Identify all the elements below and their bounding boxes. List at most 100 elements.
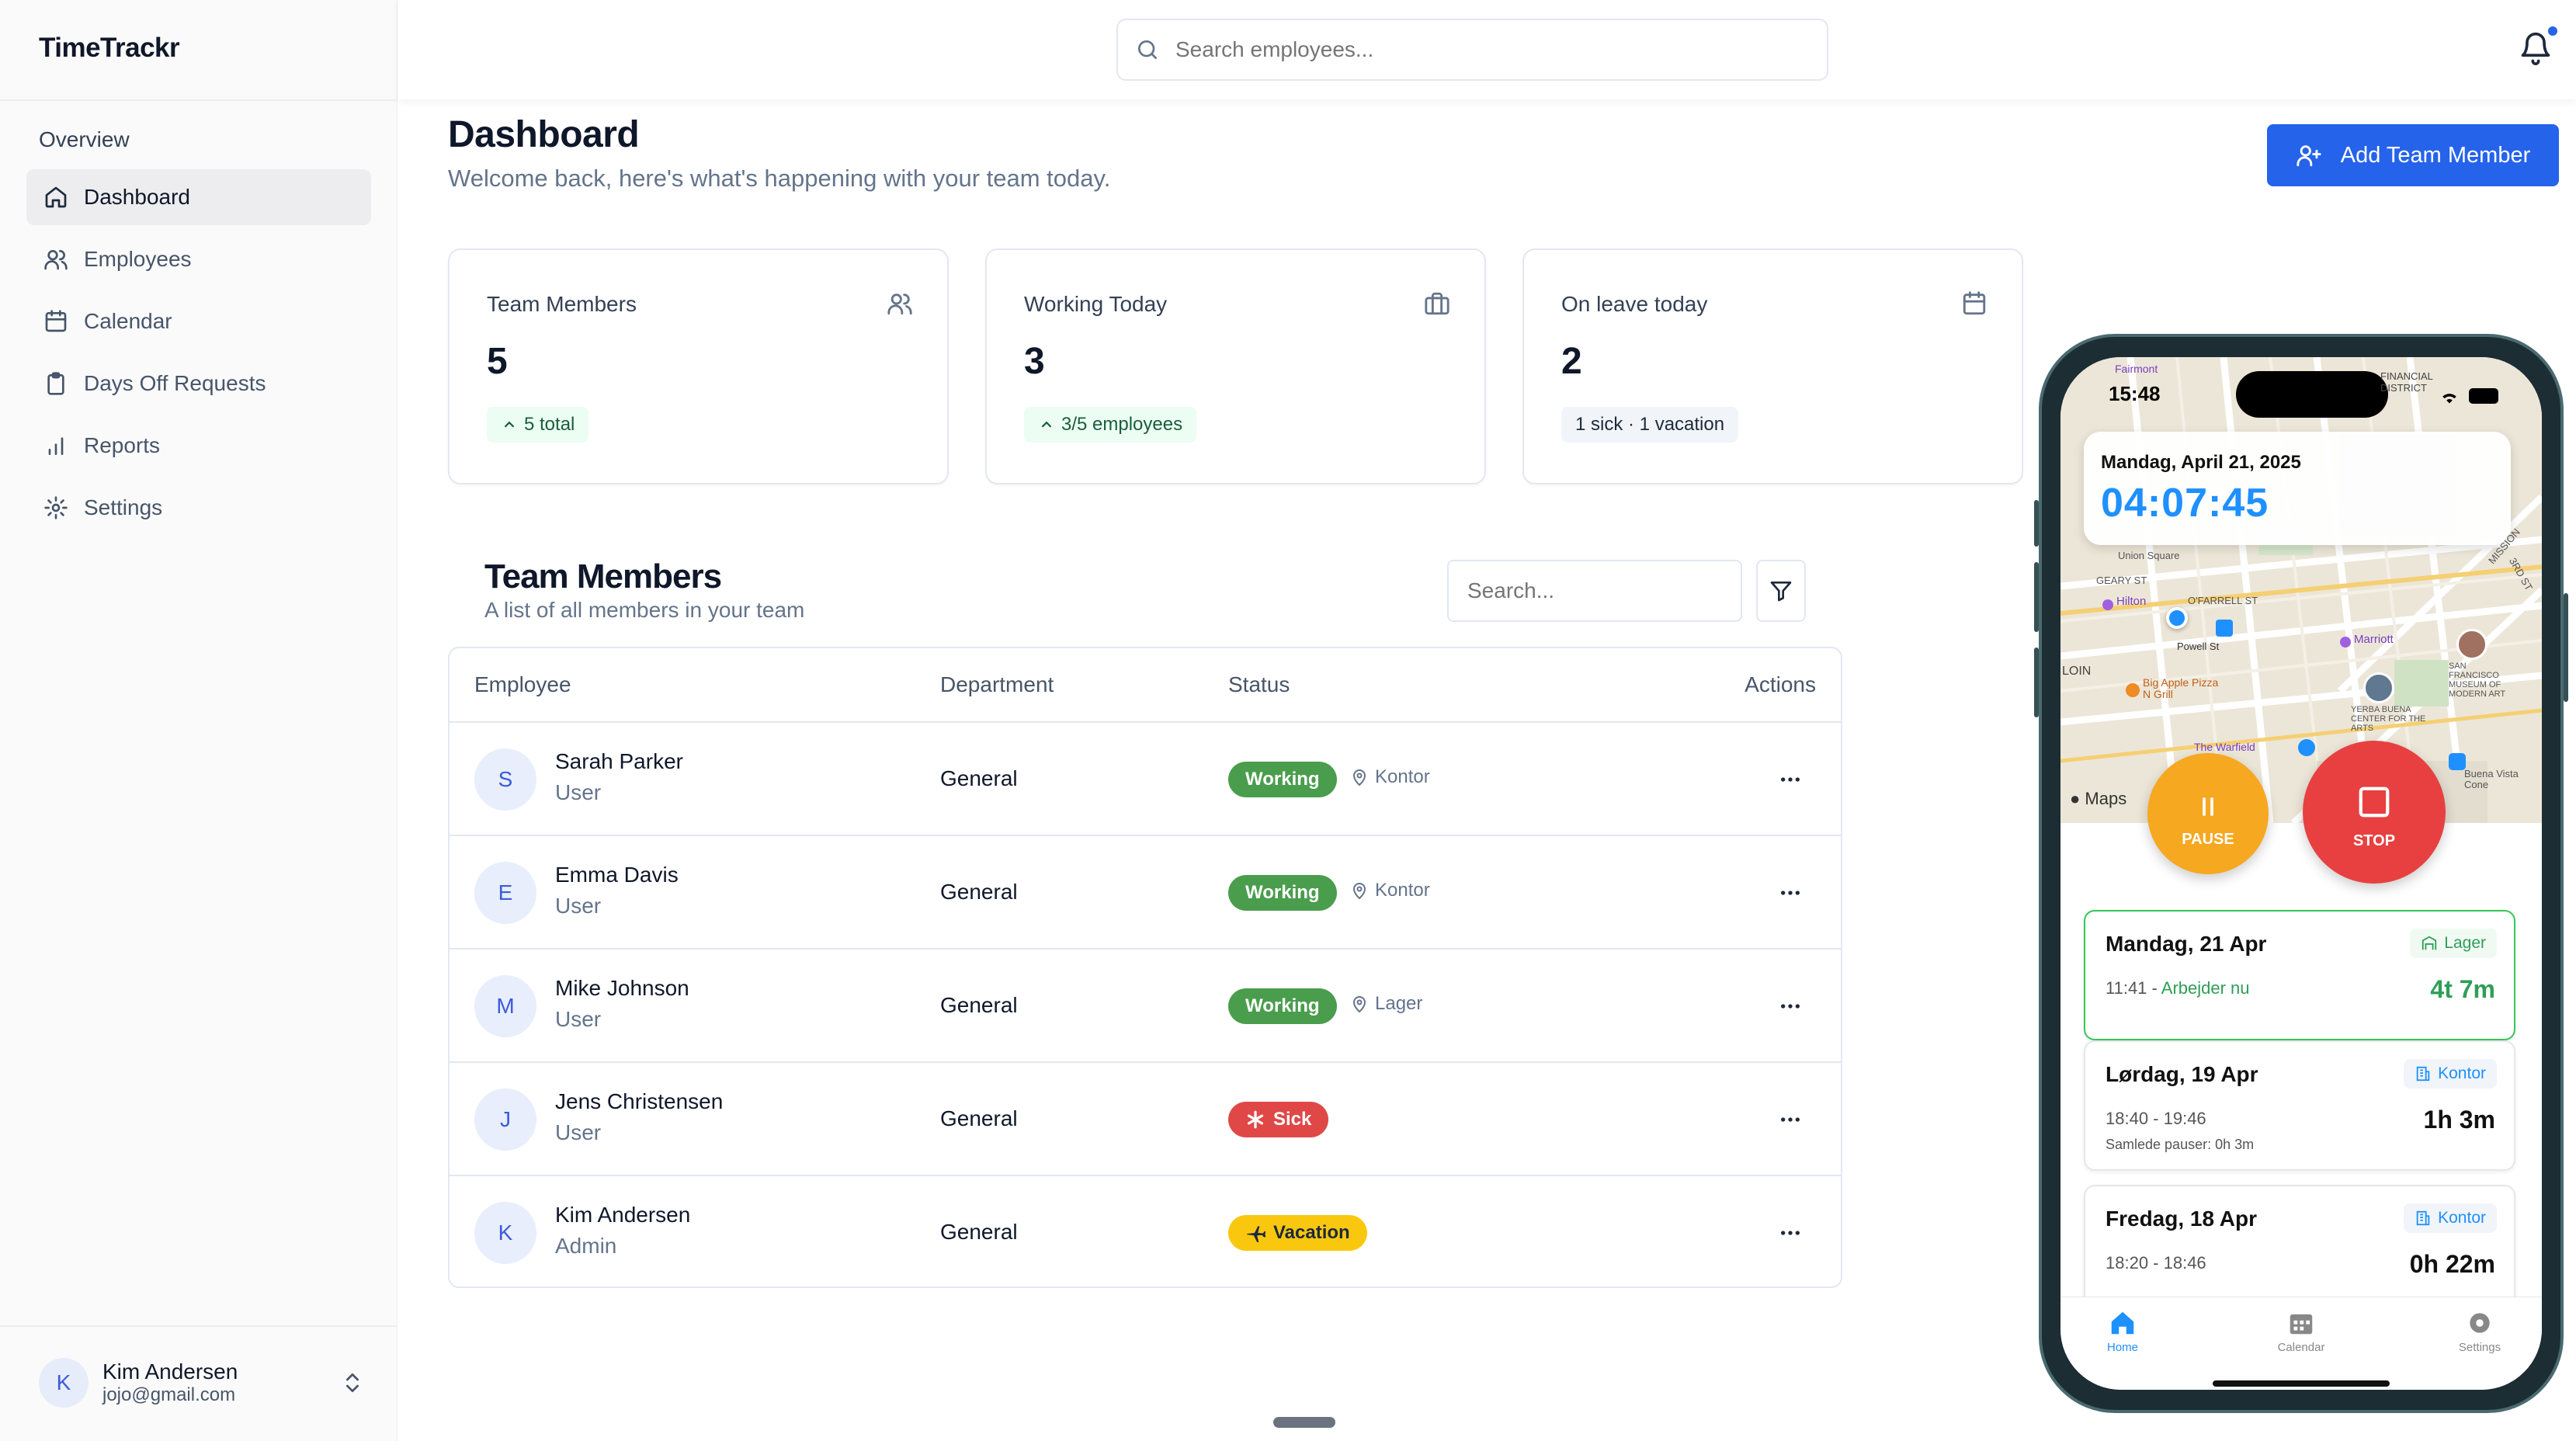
user-menu[interactable]: K Kim Andersen jojo@gmail.com [39, 1355, 365, 1411]
phone-screen: 15:48 Mandag, April 21, 2025 04:07:45 Hi… [2060, 357, 2542, 1390]
user-email: jojo@gmail.com [102, 1384, 236, 1405]
avatar: K [474, 1202, 536, 1264]
entry-time: 18:20 - 18:46 [2106, 1253, 2206, 1273]
row-actions-button[interactable] [1771, 873, 1810, 912]
entry-date: Fredag, 18 Apr [2106, 1207, 2258, 1231]
pause-label: PAUSE [2182, 831, 2234, 848]
pause-button[interactable]: PAUSE [2147, 753, 2269, 874]
sidebar-item-employees[interactable]: Employees [26, 231, 371, 287]
table-row[interactable]: E Emma Davis User General Working Kontor [450, 835, 1841, 948]
stop-button[interactable]: STOP [2303, 741, 2446, 884]
avatar: E [474, 862, 536, 924]
tab-settings[interactable]: Settings [2433, 1308, 2526, 1354]
building-icon [2416, 1210, 2430, 1226]
stop-icon [2359, 786, 2390, 818]
location-tag: Kontor [2404, 1203, 2497, 1233]
employee-role: User [555, 894, 602, 918]
location-label: Lager [1375, 993, 1423, 1014]
sidebar-item-label: Settings [84, 495, 163, 519]
page-subtitle: Welcome back, here's what's happening wi… [448, 165, 1111, 192]
search-icon [1138, 40, 1157, 59]
filter-button[interactable] [1756, 560, 1806, 622]
maps-attribution-label: Maps [2085, 789, 2127, 808]
row-actions-button[interactable] [1771, 1100, 1810, 1139]
column-header-actions: Actions [1745, 672, 1816, 696]
resize-handle[interactable] [1273, 1417, 1335, 1428]
sidebar-item-calendar[interactable]: Calendar [26, 293, 371, 349]
avatar: K [39, 1358, 89, 1408]
stat-badge-text: 3/5 employees [1061, 414, 1183, 435]
sidebar-item-settings[interactable]: Settings [26, 480, 371, 536]
clipboard-icon [47, 372, 64, 395]
table-row[interactable]: S Sarah Parker User General Working Kont… [450, 721, 1841, 835]
time-entry-current[interactable]: Mandag, 21 Apr Lager 11:41 - Arbejder nu… [2084, 910, 2515, 1040]
row-actions-button[interactable] [1771, 760, 1810, 799]
hotel-marker [2340, 637, 2351, 648]
phone-side-button [2034, 500, 2039, 547]
museum-marker [2363, 672, 2394, 703]
location-tag: Kontor [2404, 1059, 2497, 1089]
stop-label: STOP [2352, 832, 2396, 849]
employee-department: General [940, 1220, 1018, 1244]
employee-role: User [555, 780, 602, 804]
gear-icon [44, 496, 68, 519]
map-label: O'FARRELL ST [2188, 595, 2258, 606]
status-badge: Vacation [1228, 1215, 1367, 1251]
calendar-icon [1963, 291, 1986, 315]
employee-department: General [940, 993, 1018, 1017]
row-actions-button[interactable] [1771, 987, 1810, 1026]
time-entry[interactable]: Lørdag, 19 Apr Kontor 18:40 - 19:46 Saml… [2084, 1040, 2515, 1171]
employee-name: Mike Johnson [555, 976, 689, 1000]
airplane-icon [1247, 1226, 1265, 1242]
table-row[interactable]: M Mike Johnson User General Working Lage… [450, 948, 1841, 1061]
time-entry[interactable]: Fredag, 18 Apr Kontor 18:20 - 18:46 0h 2… [2084, 1185, 2515, 1315]
apple-logo-icon: ● [2070, 789, 2081, 808]
sidebar-item-label: Reports [84, 433, 161, 457]
home-icon [2111, 1311, 2134, 1335]
status-label: Sick [1273, 1109, 1312, 1130]
chevron-up-icon [1041, 421, 1052, 428]
asterisk-icon [1247, 1110, 1264, 1129]
stat-card-team-members: Team Members 5 5 total [448, 248, 949, 484]
sidebar-item-dashboard[interactable]: Dashboard [26, 169, 371, 225]
sidebar-item-reports[interactable]: Reports [26, 418, 371, 474]
row-actions-button[interactable] [1771, 1214, 1810, 1252]
map-label: Hilton [2116, 595, 2147, 608]
team-search[interactable] [1447, 560, 1742, 622]
transit-marker [2216, 620, 2233, 637]
table-row[interactable]: J Jens Christensen User General Sick [450, 1061, 1841, 1175]
sidebar-item-days-off-requests[interactable]: Days Off Requests [26, 356, 371, 411]
sidebar-nav: Dashboard Employees Calendar Days Off Re… [26, 169, 371, 542]
home-indicator [2213, 1380, 2390, 1387]
entry-start: 11:41 - [2106, 978, 2161, 998]
table-row[interactable]: K Kim Andersen Admin General Vacation [450, 1175, 1841, 1286]
entry-date: Mandag, 21 Apr [2106, 932, 2267, 956]
bell-icon[interactable] [2519, 31, 2553, 65]
users-icon [887, 293, 912, 315]
more-horizontal-icon [1781, 1004, 1800, 1009]
employee-department: General [940, 766, 1018, 790]
team-table: Employee Department Status Actions S Sar… [448, 647, 1842, 1288]
sidebar-item-label: Calendar [84, 309, 172, 333]
map-label: Union Square [2118, 550, 2180, 561]
team-search-input[interactable] [1449, 561, 1741, 620]
gear-icon [2470, 1313, 2490, 1333]
briefcase-icon [1425, 292, 1449, 315]
sidebar: TimeTrackr Overview Dashboard Employees … [0, 0, 398, 1441]
sidebar-item-label: Dashboard [84, 185, 190, 209]
tab-label: Calendar [2277, 1341, 2325, 1354]
employee-name: Emma Davis [555, 863, 679, 887]
add-team-member-button[interactable]: Add Team Member [2267, 124, 2559, 186]
employee-department: General [940, 880, 1018, 904]
map-view[interactable]: 15:48 Mandag, April 21, 2025 04:07:45 Hi… [2060, 357, 2542, 823]
tab-home[interactable]: Home [2076, 1308, 2169, 1354]
location-label: Kontor [1375, 880, 1430, 901]
phone-side-button [2564, 593, 2568, 702]
team-section-subtitle: A list of all members in your team [484, 598, 805, 622]
stat-badge-text: 5 total [524, 414, 575, 435]
search-input[interactable] [1175, 37, 1765, 62]
tab-calendar[interactable]: Calendar [2255, 1308, 2348, 1354]
notification-dot [2546, 25, 2559, 37]
maps-attribution: ● Maps [2070, 789, 2126, 809]
employee-search[interactable] [1116, 19, 1828, 81]
